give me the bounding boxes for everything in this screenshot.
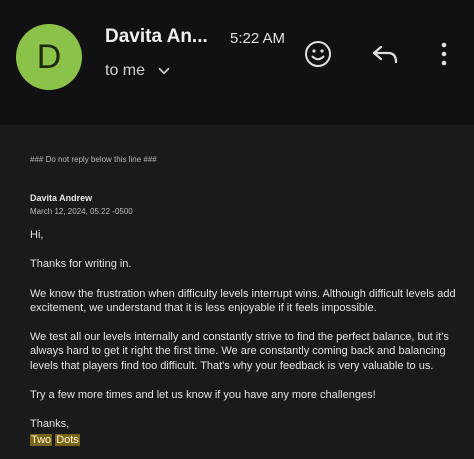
signature-word-2: Dots [55,433,80,446]
signoff: Thanks, [30,418,70,431]
quoted-sender-name: Davita Andrew [30,193,93,203]
paragraph-2: We know the frustration when difficulty … [30,287,456,314]
paragraph-4: Try a few more times and let us know if … [30,389,376,402]
emoji-react-button[interactable] [302,38,334,70]
smiley-icon [305,41,331,67]
message-text: Hi, Thanks for writing in. We know the f… [30,228,462,447]
more-vert-icon [441,42,447,66]
reply-separator-note: ### Do not reply below this line ### [30,155,157,164]
quoted-date: March 12, 2024, 05:22 -0500 [30,207,133,216]
chevron-down-icon [158,67,170,75]
signature: Two Dots [30,433,462,447]
greeting: Hi, [30,229,44,241]
message-time: 5:22 AM [230,30,286,47]
signature-word-1: Two [30,433,53,446]
sender-name[interactable]: Davita An... [105,26,208,48]
recipient-label: to me [105,62,146,79]
message-header: D Davita An... 5:22 AM to me [0,0,474,110]
avatar-letter: D [36,37,62,76]
paragraph-3: We test all our levels internally and co… [30,331,449,372]
recipient-toggle[interactable]: to me [105,62,173,80]
reply-button[interactable] [369,38,401,70]
paragraph-1: Thanks for writing in. [30,258,132,271]
avatar[interactable]: D [16,24,82,90]
reply-icon [372,45,398,64]
more-options-button[interactable] [428,38,460,70]
email-body: ### Do not reply below this line ### Dav… [0,125,474,459]
